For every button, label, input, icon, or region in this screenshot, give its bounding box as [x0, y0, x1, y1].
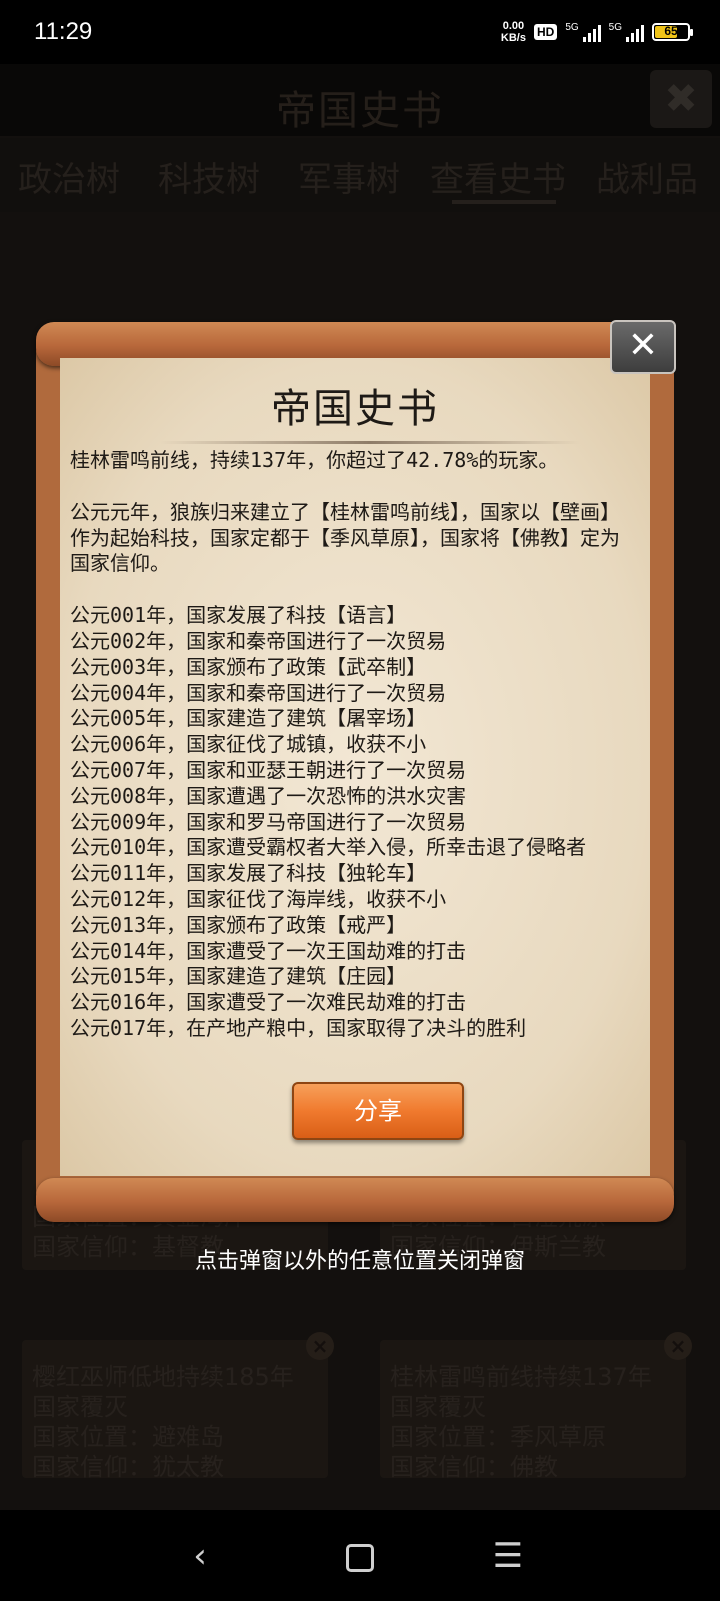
history-event: 公元016年，国家遭受了一次难民劫难的打击 — [70, 990, 467, 1015]
signal-label-1: 5G — [565, 22, 579, 33]
home-button[interactable] — [330, 1526, 390, 1586]
history-events: 公元001年，国家发展了科技【语言】 公元002年，国家和秦帝国进行了一次贸易 … — [70, 603, 634, 1042]
battery-level: 65 — [664, 24, 678, 38]
history-event: 公元009年，国家和罗马帝国进行了一次贸易 — [70, 809, 467, 834]
network-speed-unit: KB/s — [500, 32, 526, 44]
navigation-bar: ‹ ☰ — [0, 1510, 720, 1601]
history-event: 公元005年，国家建造了建筑【屠宰场】 — [70, 706, 427, 731]
history-event: 公元008年，国家遭遇了一次恐怖的洪水灾害 — [70, 783, 467, 808]
close-icon: ✕ — [627, 325, 659, 366]
back-button[interactable]: ‹ — [170, 1526, 230, 1586]
history-event: 公元004年，国家和秦帝国进行了一次贸易 — [70, 680, 447, 705]
history-event: 公元010年，国家遭受霸权者大举入侵，所幸击退了侵略者 — [70, 835, 587, 860]
home-icon — [346, 1543, 374, 1572]
signal-icon-1: 5G — [565, 22, 601, 42]
signal-label-2: 5G — [608, 22, 622, 33]
share-button[interactable]: 分享 — [292, 1082, 464, 1140]
dialog-title: 帝国史书 — [271, 386, 439, 432]
menu-button[interactable]: ☰ — [478, 1526, 538, 1586]
history-event: 公元003年，国家颁布了政策【武卒制】 — [70, 654, 427, 679]
screen: 11:29 0.00 KB/s HD 5G 5G 65 帝国史书 ✖ 政治树 科… — [0, 0, 720, 1601]
signal-icon-2: 5G — [609, 22, 644, 42]
history-event: 公元011年，国家发展了科技【独轮车】 — [70, 861, 427, 886]
history-event: 公元014年，国家遭受了一次王国劫难的打击 — [70, 938, 467, 963]
history-summary: 桂林雷鸣前线，持续137年，你超过了42.78%的玩家。 — [70, 448, 559, 472]
history-event: 公元007年，国家和亚瑟王朝进行了一次贸易 — [70, 757, 467, 782]
history-event: 公元001年，国家发展了科技【语言】 — [70, 603, 407, 628]
history-text-scroll[interactable]: 桂林雷鸣前线，持续137年，你超过了42.78%的玩家。 公元元年，狼族归来建立… — [70, 440, 634, 1042]
dismiss-hint: 点击弹窗以外的任意位置关闭弹窗 — [194, 1249, 525, 1274]
history-event: 公元015年，国家建造了建筑【庄园】 — [70, 964, 407, 989]
status-time: 11:29 — [34, 18, 93, 45]
history-event: 公元002年，国家和秦帝国进行了一次贸易 — [70, 628, 447, 653]
hd-badge: HD — [533, 24, 558, 40]
status-icons: 0.00 KB/s HD 5G 5G 65 — [501, 20, 693, 44]
history-dialog: 帝国史书 桂林雷鸣前线，持续137年，你超过了42.78%的玩家。 公元元年，狼… — [36, 322, 674, 1222]
history-event: 公元006年，国家征伐了城镇，收获不小 — [70, 732, 427, 757]
dialog-paper: 帝国史书 桂林雷鸣前线，持续137年，你超过了42.78%的玩家。 公元元年，狼… — [60, 358, 650, 1176]
network-speed: 0.00 KB/s — [501, 20, 526, 44]
battery-icon: 65 — [652, 23, 693, 41]
history-founding: 公元元年，狼族归来建立了【桂林雷鸣前线】，国家以【壁画】作为起始科技，国家定都于… — [70, 499, 620, 576]
scroll-roll-bottom — [36, 1178, 674, 1222]
history-event: 公元013年，国家颁布了政策【戒严】 — [70, 912, 407, 937]
history-event: 公元012年，国家征伐了海岸线，收获不小 — [70, 886, 447, 911]
back-icon: ‹ — [193, 1536, 207, 1576]
menu-icon: ☰ — [492, 1536, 524, 1576]
network-speed-value: 0.00 — [502, 20, 525, 32]
dialog-close-button[interactable]: ✕ — [610, 320, 676, 374]
status-bar: 11:29 0.00 KB/s HD 5G 5G 65 — [0, 0, 720, 64]
history-event: 公元017年，在产地产粮中，国家取得了决斗的胜利 — [70, 1015, 527, 1040]
